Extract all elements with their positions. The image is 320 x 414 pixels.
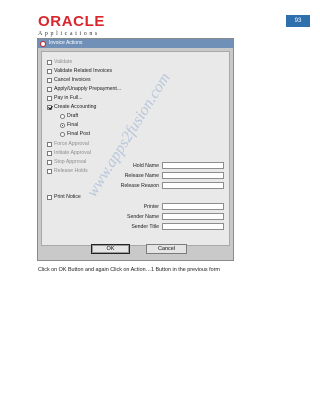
checkbox-checked[interactable] — [47, 104, 52, 110]
radio-button-selected[interactable] — [60, 122, 65, 128]
checkbox[interactable] — [47, 194, 52, 200]
accounting-mode-final[interactable]: Final — [60, 121, 78, 129]
hold-name-field[interactable] — [162, 162, 224, 169]
radio-button[interactable] — [60, 131, 65, 137]
checkbox[interactable] — [47, 59, 52, 65]
action-create-accounting[interactable]: Create Accounting — [47, 103, 96, 111]
action-label: Apply/Unapply Prepayment... — [54, 86, 122, 92]
print-notice[interactable]: Print Notice — [47, 193, 81, 201]
printer-field[interactable] — [162, 203, 224, 210]
action-apply-unapply-prepayment[interactable]: Apply/Unapply Prepayment... — [47, 85, 121, 93]
radio-button[interactable] — [60, 113, 65, 119]
action-validate[interactable]: Validate — [47, 58, 72, 66]
logo-subtitle: Applications — [38, 31, 100, 37]
logo-word: ORACLE — [38, 13, 105, 30]
radio-label: Final — [67, 122, 79, 128]
action-initiate-approval[interactable]: Initiate Approval — [47, 149, 91, 157]
checkbox[interactable] — [47, 150, 52, 156]
sender-title-field[interactable] — [162, 223, 224, 230]
cancel-button[interactable]: Cancel — [146, 244, 187, 254]
checkbox[interactable] — [47, 77, 52, 83]
action-label: Validate Related Invoices — [54, 68, 113, 74]
sender-name-label: Sender Name — [126, 214, 159, 220]
ok-button[interactable]: OK — [91, 244, 130, 254]
action-label: Cancel Invoices — [54, 77, 91, 83]
window-title: Invoice Actions — [49, 40, 83, 46]
action-cancel-invoices[interactable]: Cancel Invoices — [47, 76, 91, 84]
radio-label: Draft — [67, 113, 79, 119]
action-pay-in-full[interactable]: Pay in Full... — [47, 94, 83, 102]
print-notice-label: Print Notice — [54, 194, 81, 200]
checkbox[interactable] — [47, 141, 52, 147]
action-label: Initiate Approval — [54, 150, 91, 156]
radio-label: Final Post — [67, 131, 91, 137]
action-label: Pay in Full... — [54, 95, 83, 101]
sender-title-label: Sender Title — [131, 224, 159, 230]
checkbox[interactable] — [47, 159, 52, 165]
oracle-logo: ORACLE Applications — [38, 14, 105, 37]
oracle-window-icon — [40, 40, 46, 47]
release-reason-field[interactable] — [162, 182, 224, 189]
instruction-caption: Click on OK Button and again Click on Ac… — [38, 267, 220, 273]
action-force-approval[interactable]: Force Approval — [47, 140, 89, 148]
sender-name-field[interactable] — [162, 213, 224, 220]
checkbox[interactable] — [47, 168, 52, 174]
accounting-mode-final-post[interactable]: Final Post — [60, 130, 90, 138]
accounting-mode-draft[interactable]: Draft — [60, 112, 78, 120]
checkbox[interactable] — [47, 95, 52, 101]
action-label: Validate — [54, 59, 73, 65]
action-label: Create Accounting — [54, 104, 97, 110]
checkbox[interactable] — [47, 86, 52, 92]
checkbox[interactable] — [47, 68, 52, 74]
action-label: Force Approval — [54, 141, 89, 147]
page-number: 93 — [286, 15, 310, 27]
printer-label: Printer — [143, 204, 159, 210]
release-name-field[interactable] — [162, 172, 224, 179]
action-validate-related-invoices[interactable]: Validate Related Invoices — [47, 67, 112, 75]
